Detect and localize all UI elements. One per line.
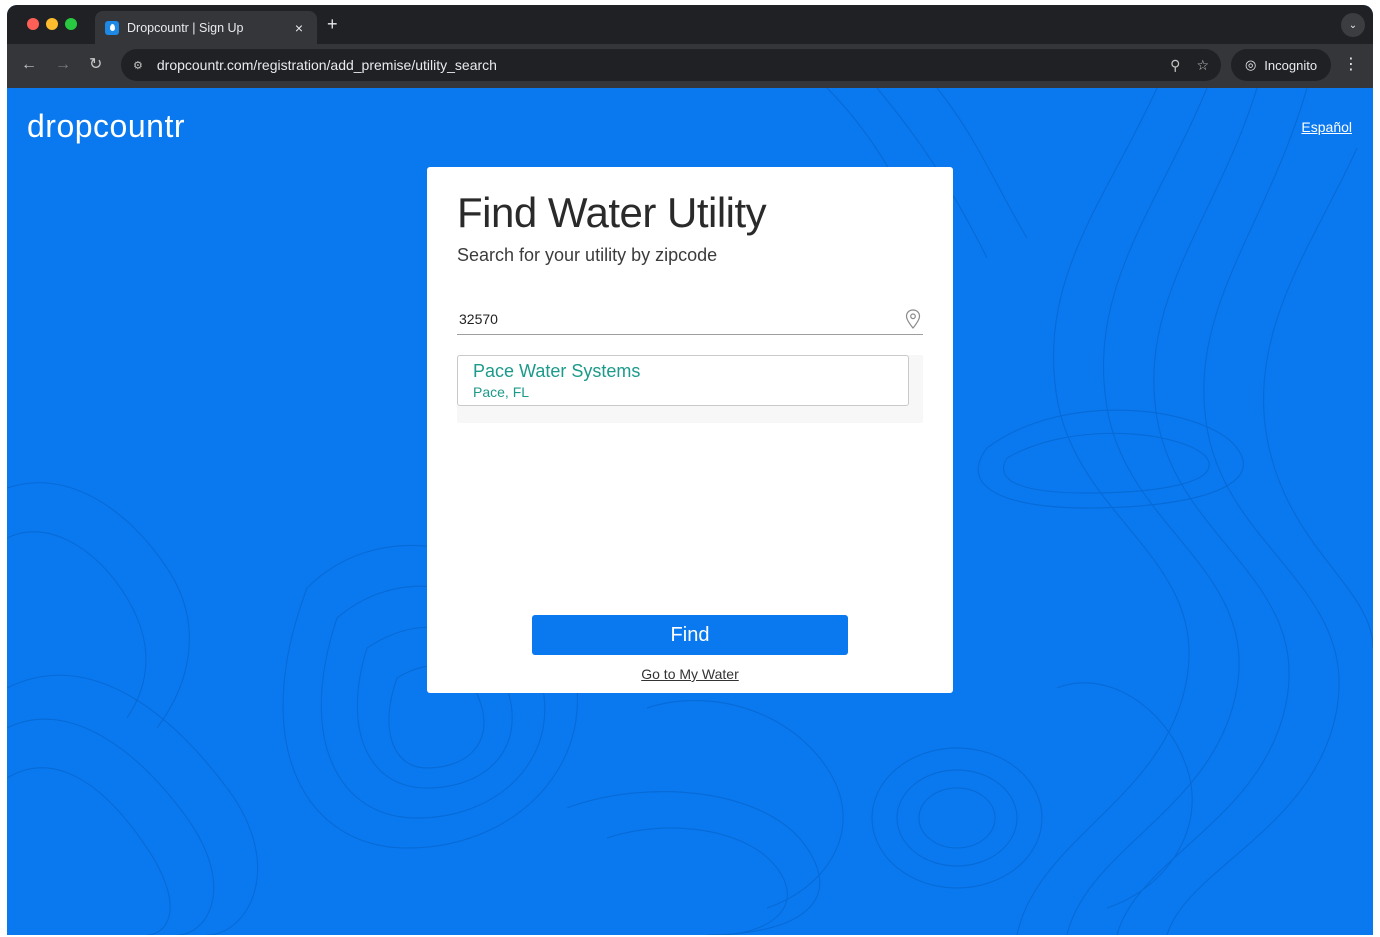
minimize-window-button[interactable] <box>46 18 58 30</box>
tab-dropcountr[interactable]: Dropcountr | Sign Up × <box>95 11 317 44</box>
new-tab-button[interactable]: + <box>327 15 338 33</box>
browser-menu-icon[interactable]: ⋮ <box>1343 56 1359 74</box>
incognito-label: Incognito <box>1264 57 1318 73</box>
find-button[interactable]: Find <box>532 615 848 655</box>
utility-result-item[interactable]: Pace Water Systems Pace, FL <box>457 355 909 406</box>
forward-button[interactable]: → <box>55 56 71 74</box>
utility-name: Pace Water Systems <box>473 361 641 381</box>
address-bar[interactable]: ⚙ dropcountr.com/registration/add_premis… <box>121 49 1221 81</box>
incognito-badge[interactable]: ◎ Incognito <box>1231 49 1331 81</box>
bookmark-star-icon[interactable]: ☆ <box>1196 57 1209 74</box>
go-to-my-water-link[interactable]: Go to My Water <box>427 666 953 682</box>
zoom-icon[interactable]: ⚲ <box>1170 57 1180 74</box>
tab-search-button[interactable]: ⌄ <box>1341 13 1365 37</box>
back-button[interactable]: ← <box>21 56 37 74</box>
zipcode-input[interactable] <box>457 310 905 327</box>
browser-toolbar: ← → ↻ ⚙ dropcountr.com/registration/add_… <box>7 44 1373 88</box>
tab-strip: Dropcountr | Sign Up × + ⌄ <box>7 5 1373 44</box>
page-subtitle: Search for your utility by zipcode <box>457 245 718 265</box>
utility-location: Pace, FL <box>473 384 530 400</box>
close-window-button[interactable] <box>27 18 39 30</box>
dropcountr-logo[interactable]: dropcountr <box>27 108 185 145</box>
tab-title: Dropcountr | Sign Up <box>127 20 244 35</box>
water-drop-icon <box>105 20 119 35</box>
site-info-icon[interactable]: ⚙ <box>133 59 143 72</box>
page-content: dropcountr Español Find Water Utility Se… <box>7 88 1373 935</box>
browser-window: Dropcountr | Sign Up × + ⌄ ← → ↻ ⚙ dropc… <box>7 5 1373 935</box>
tab-close-icon[interactable]: × <box>291 20 307 36</box>
page-title: Find Water Utility <box>457 189 767 236</box>
incognito-icon: ◎ <box>1244 57 1257 72</box>
utility-results-list: Pace Water Systems Pace, FL <box>457 355 923 423</box>
maximize-window-button[interactable] <box>65 18 77 30</box>
language-link-espanol[interactable]: Español <box>1301 119 1352 135</box>
location-pin-icon[interactable] <box>905 308 921 329</box>
url-text[interactable]: dropcountr.com/registration/add_premise/… <box>157 57 1154 73</box>
reload-button[interactable]: ↻ <box>89 56 102 74</box>
zipcode-field[interactable] <box>457 303 923 335</box>
find-utility-card: Find Water Utility Search for your utili… <box>427 167 953 693</box>
